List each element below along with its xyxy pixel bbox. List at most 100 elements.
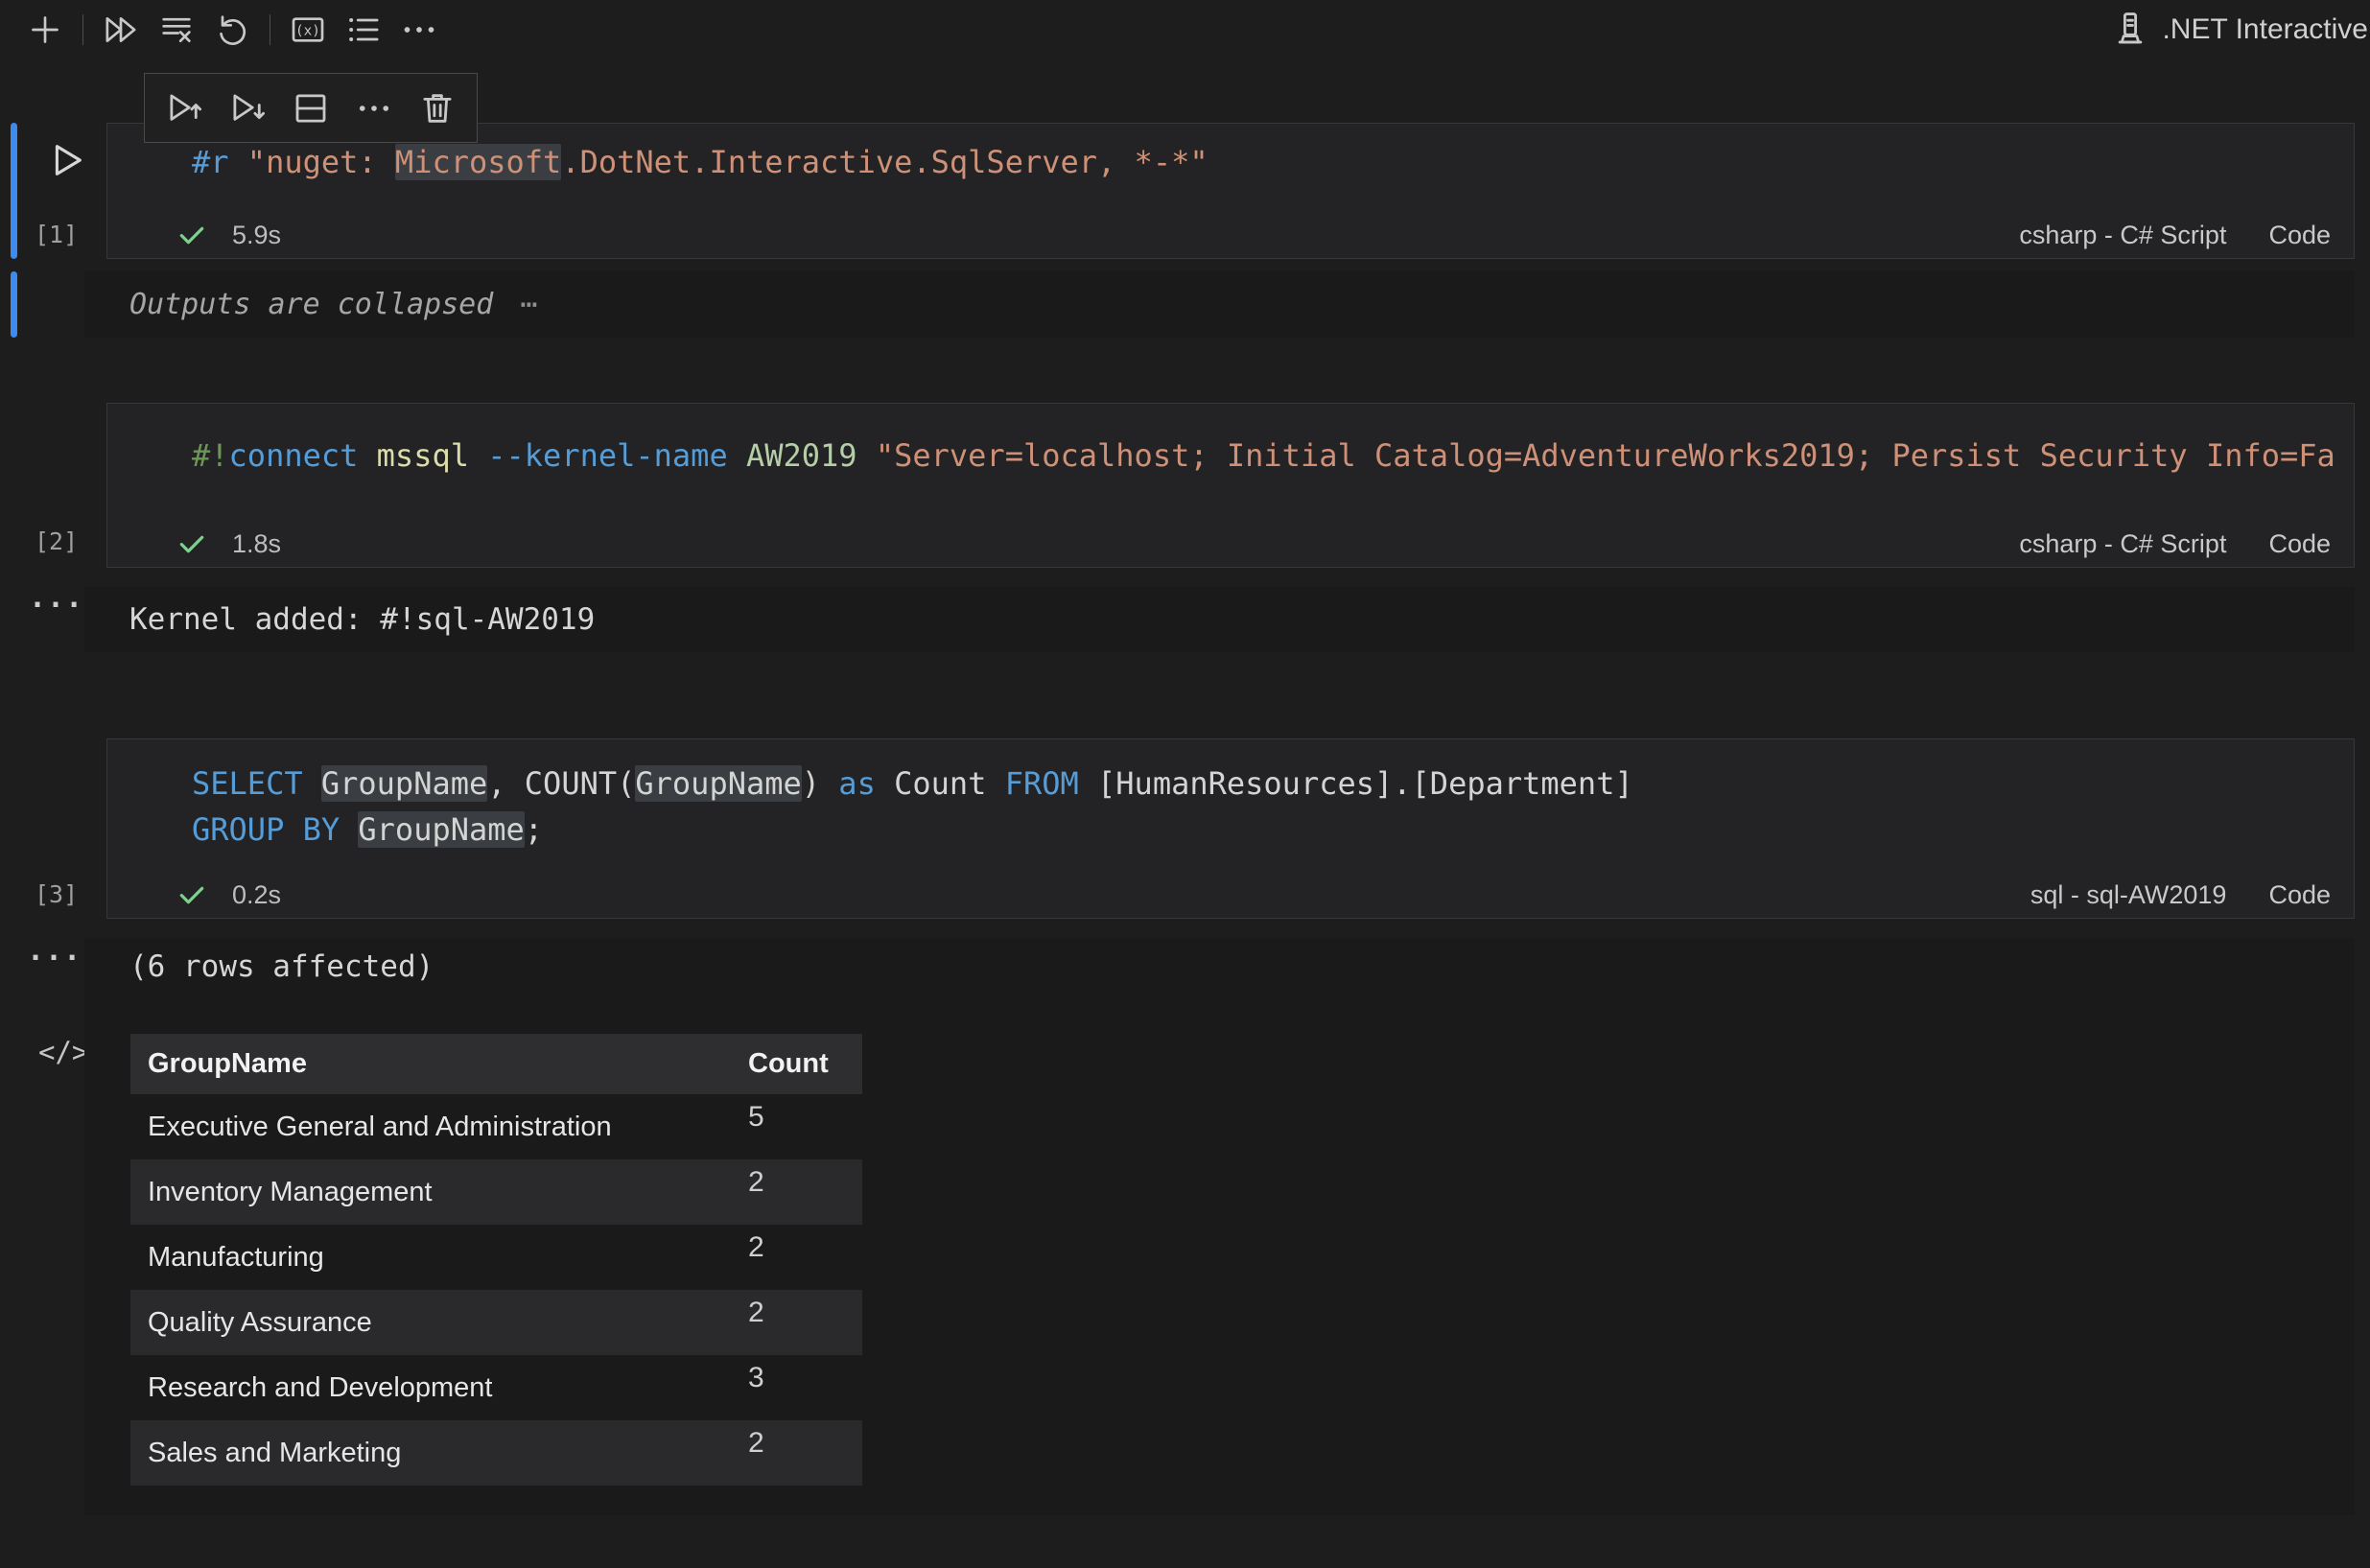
- code-token: [229, 144, 247, 180]
- output-menu-button[interactable]: ···: [27, 942, 82, 975]
- cell-groupname: Executive General and Administration: [130, 1112, 748, 1143]
- code-line[interactable]: #r "nuget: Microsoft.DotNet.Interactive.…: [192, 139, 2354, 185]
- success-check-icon: [176, 528, 207, 559]
- code-line[interactable]: GROUP BY GroupName;: [192, 807, 2354, 853]
- code-token: #r: [192, 144, 229, 180]
- expand-outputs-button[interactable]: ⋯: [520, 288, 537, 321]
- code-token: ): [802, 765, 839, 802]
- language-label[interactable]: csharp - C# Script: [2019, 529, 2226, 559]
- run-all-button[interactable]: [93, 5, 149, 55]
- column-header-groupname: GroupName: [130, 1048, 748, 1080]
- clear-outputs-icon: [157, 11, 196, 49]
- table-body: Executive General and Administration5Inv…: [130, 1094, 862, 1486]
- clear-outputs-button[interactable]: [149, 5, 204, 55]
- code-token: Count: [876, 765, 1005, 802]
- code-token: as: [838, 765, 876, 802]
- table-header-row: GroupName Count: [130, 1034, 862, 1094]
- column-header-count: Count: [748, 1048, 862, 1080]
- kernel-icon: [2110, 10, 2150, 50]
- code-line[interactable]: SELECT GroupName, COUNT(GroupName) as Co…: [192, 761, 2354, 807]
- cell-hover-toolbar: [144, 73, 478, 143]
- svg-text:(x): (x): [295, 23, 320, 38]
- code-token: [857, 437, 876, 474]
- cell-groupname: Sales and Marketing: [130, 1438, 748, 1469]
- kernel-picker[interactable]: .NET Interactive: [2110, 0, 2368, 59]
- success-check-icon: [176, 879, 207, 910]
- output-mime-switcher[interactable]: </>: [38, 1036, 88, 1068]
- toolbar-separator: [82, 14, 83, 45]
- notebook-toolbar: (x) .NET Interactive: [0, 0, 2370, 59]
- more-actions-button[interactable]: [391, 5, 447, 55]
- result-table: GroupName Count Executive General and Ad…: [130, 1034, 862, 1486]
- variables-button[interactable]: (x): [280, 5, 336, 55]
- cell-status-bar: 5.9s csharp - C# Script Code: [107, 212, 2354, 258]
- code-token: [728, 437, 746, 474]
- table-row: Inventory Management2: [130, 1159, 862, 1225]
- code-token: [303, 765, 321, 802]
- split-cell-icon: [291, 88, 331, 129]
- notebook-window: (x) .NET Interactive: [0, 0, 2370, 1568]
- code-token: #!: [192, 437, 229, 474]
- code-editor[interactable]: #!connect mssql --kernel-name AW2019 "Se…: [107, 404, 2354, 479]
- code-token: --kernel-name: [487, 437, 727, 474]
- ellipsis-icon: [354, 88, 394, 129]
- execute-above-icon: [164, 88, 204, 129]
- cell-type-label[interactable]: Code: [2268, 221, 2331, 250]
- cell-groupname: Research and Development: [130, 1372, 748, 1404]
- notebook-cell-3: SELECT GroupName, COUNT(GroupName) as Co…: [106, 738, 2355, 919]
- output-menu-button[interactable]: ···: [29, 589, 83, 622]
- cell-count: 3: [748, 1355, 862, 1394]
- execution-duration: 0.2s: [232, 880, 281, 910]
- code-token: [HumanResources].[Department]: [1079, 765, 1633, 802]
- execution-duration: 5.9s: [232, 221, 281, 250]
- cell-type-label[interactable]: Code: [2268, 529, 2331, 559]
- outline-button[interactable]: [336, 5, 391, 55]
- table-row: Executive General and Administration5: [130, 1094, 862, 1159]
- code-token: FROM: [1005, 765, 1079, 802]
- execution-count-1: [1]: [35, 221, 78, 248]
- cell-groupname: Inventory Management: [130, 1177, 748, 1208]
- cell-count: 2: [748, 1420, 862, 1460]
- code-token: [358, 437, 376, 474]
- kernel-added-message: Kernel added: #!sql-AW2019: [129, 602, 595, 637]
- code-editor[interactable]: SELECT GroupName, COUNT(GroupName) as Co…: [107, 739, 2354, 853]
- code-token: SELECT: [192, 765, 303, 802]
- code-token: [469, 437, 487, 474]
- code-token: GroupName: [358, 811, 524, 848]
- language-label[interactable]: sql - sql-AW2019: [2030, 880, 2227, 910]
- cell-count: 5: [748, 1094, 862, 1134]
- outputs-collapsed-message: Outputs are collapsed: [129, 288, 493, 321]
- execution-duration: 1.8s: [232, 529, 281, 559]
- code-token: mssql: [377, 437, 469, 474]
- restart-icon: [213, 11, 251, 49]
- table-row: Sales and Marketing2: [130, 1420, 862, 1486]
- cell-count: 2: [748, 1290, 862, 1329]
- code-token: [340, 811, 358, 848]
- add-cell-button[interactable]: [17, 5, 73, 55]
- rows-affected-message: (6 rows affected): [129, 949, 434, 984]
- cell-status-bar: 0.2s sql - sql-AW2019 Code: [107, 872, 2354, 918]
- execution-count-3: [3]: [35, 880, 78, 908]
- cell-more-actions-button[interactable]: [348, 82, 400, 134]
- output-focus-indicator: [11, 271, 17, 338]
- execute-below-icon: [227, 88, 268, 129]
- cell-focus-indicator: [11, 123, 17, 259]
- split-cell-button[interactable]: [285, 82, 337, 134]
- restart-kernel-button[interactable]: [204, 5, 260, 55]
- cell-1-output: Outputs are collapsed ⋯: [84, 271, 2355, 338]
- code-token: GROUP BY: [192, 811, 340, 848]
- code-token: AW2019: [746, 437, 857, 474]
- code-token: GroupName: [321, 765, 487, 802]
- code-token: .DotNet.Interactive.SqlServer, *-*": [561, 144, 1208, 180]
- code-token: , COUNT(: [487, 765, 635, 802]
- execute-above-button[interactable]: [158, 82, 210, 134]
- code-line[interactable]: #!connect mssql --kernel-name AW2019 "Se…: [192, 433, 2354, 479]
- play-icon: [44, 138, 88, 182]
- cell-groupname: Manufacturing: [130, 1242, 748, 1274]
- language-label[interactable]: csharp - C# Script: [2019, 221, 2226, 250]
- delete-cell-button[interactable]: [411, 82, 463, 134]
- cell-type-label[interactable]: Code: [2268, 880, 2331, 910]
- execute-below-button[interactable]: [222, 82, 273, 134]
- cell-2-output: Kernel added: #!sql-AW2019: [84, 587, 2355, 652]
- run-cell-button[interactable]: [44, 138, 88, 187]
